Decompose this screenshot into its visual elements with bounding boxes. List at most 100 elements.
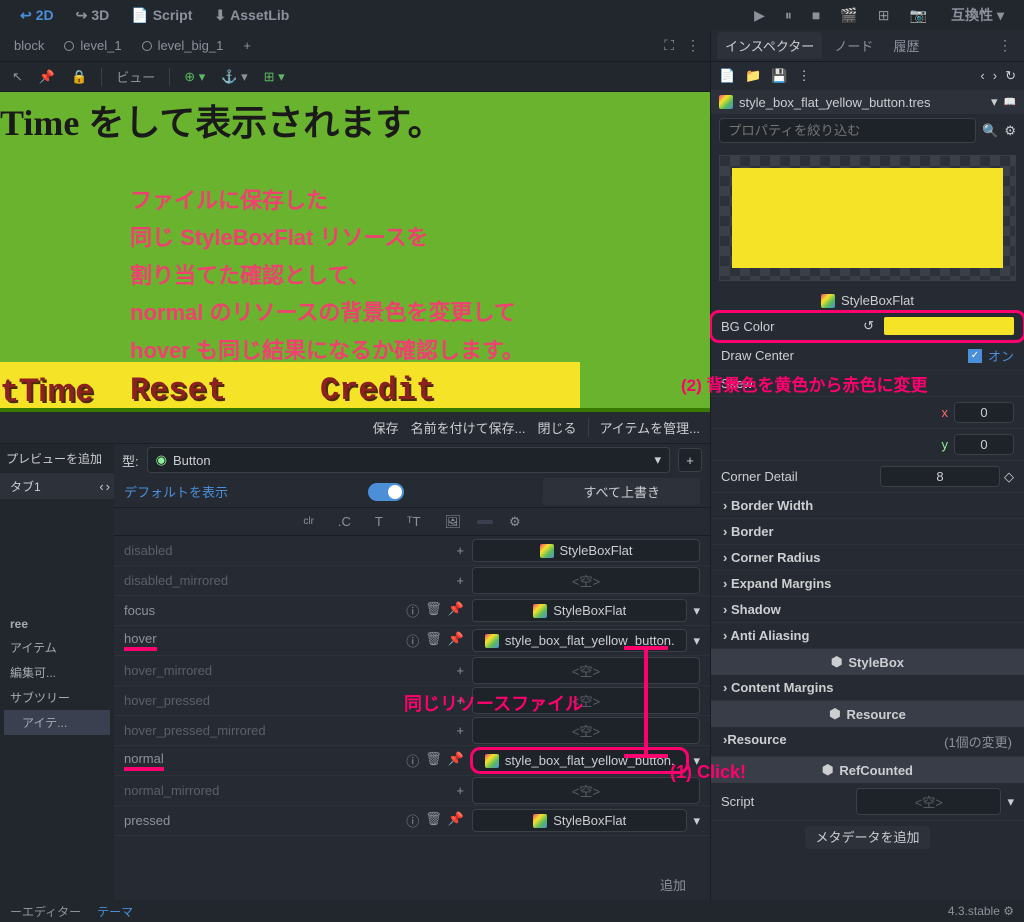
stylebox-icon[interactable] xyxy=(477,520,493,524)
type-select[interactable]: ◉ Button ▾ xyxy=(147,447,670,473)
filter-settings-icon[interactable]: ⚙ xyxy=(1004,123,1016,139)
play-icon[interactable]: ▶ xyxy=(748,3,771,28)
add-prop-icon[interactable]: + xyxy=(456,543,464,558)
prop-value[interactable]: <空> xyxy=(472,717,700,744)
open-resource-icon[interactable]: 📁 xyxy=(745,68,761,84)
add-prop-icon[interactable]: + xyxy=(456,783,464,798)
manage-items-button[interactable]: アイテムを管理... xyxy=(588,418,700,437)
attach-icon[interactable]: 📌 xyxy=(33,66,61,88)
info-icon[interactable]: ⓘ xyxy=(406,751,419,770)
chevron-down-icon[interactable]: ▾ xyxy=(991,94,998,110)
add-type-button[interactable]: + xyxy=(678,448,702,472)
prop-value[interactable]: style_box_flat_yellow_button. xyxy=(472,749,687,772)
draw-center-row[interactable]: Draw Center ✓ オン xyxy=(711,341,1024,371)
menu-icon[interactable]: ⋮ xyxy=(680,33,706,58)
font-icon[interactable]: T xyxy=(367,512,391,531)
prop-value[interactable]: <空> xyxy=(472,777,700,804)
script-value[interactable]: <空> xyxy=(856,788,1001,815)
add-prop-icon[interactable]: + xyxy=(456,573,464,588)
fold-border[interactable]: › Border xyxy=(711,519,1024,545)
tab-node[interactable]: ノード xyxy=(826,32,881,59)
skew-x-input[interactable]: 0 xyxy=(954,402,1014,423)
chevron-down-icon[interactable]: ▾ xyxy=(693,603,700,619)
pause-icon[interactable]: ⏸ xyxy=(779,3,798,28)
tab-inspector[interactable]: インスペクター xyxy=(717,32,822,59)
fold-corner-radius[interactable]: › Corner Radius xyxy=(711,545,1024,571)
delete-icon[interactable]: 🗑 xyxy=(425,811,442,830)
tab-level-1[interactable]: level_1 xyxy=(54,34,131,57)
tab-history[interactable]: 履歴 xyxy=(885,32,927,59)
doc-icon[interactable]: 📖 xyxy=(1004,97,1016,108)
tree-next-icon[interactable]: › xyxy=(106,479,110,494)
add-node-icon[interactable]: ⊕ ▾ xyxy=(178,66,211,88)
expand-icon[interactable]: ⛶ xyxy=(658,33,680,58)
pin-icon[interactable]: 📌 xyxy=(448,601,464,620)
add-tab-button[interactable]: + xyxy=(233,34,261,57)
show-default-button[interactable]: デフォルトを表示 xyxy=(124,482,228,501)
viewport-2d[interactable]: Time をして表示されます。 tTime Reset Credit ファイルに… xyxy=(0,92,710,412)
save-button[interactable]: 保存 xyxy=(373,418,399,437)
filter-input[interactable] xyxy=(719,118,976,143)
resource-menu-icon[interactable]: ⋮ xyxy=(798,68,811,84)
save-as-button[interactable]: 名前を付けて保存... xyxy=(411,418,526,437)
add-item-button[interactable]: 追加 xyxy=(660,878,686,893)
mode-2d-button[interactable]: ↩ 2D xyxy=(10,3,64,28)
history-back-icon[interactable]: ‹ xyxy=(980,68,984,84)
anchor-icon[interactable]: ⚓ ▾ xyxy=(215,66,253,88)
add-prop-icon[interactable]: + xyxy=(456,723,464,738)
prop-value[interactable]: <空> xyxy=(472,657,700,684)
info-icon[interactable]: ⓘ xyxy=(406,601,419,620)
search-icon[interactable]: 🔍 xyxy=(982,123,998,139)
fold-anti-aliasing[interactable]: › Anti Aliasing xyxy=(711,623,1024,649)
camera-icon[interactable]: 📷 xyxy=(904,3,933,28)
section-stylebox[interactable]: ⬢ StyleBox xyxy=(711,649,1024,675)
tree-item[interactable]: アイテム xyxy=(4,635,110,660)
tree-item[interactable]: アイテ... xyxy=(4,710,110,735)
cursor-icon[interactable]: ↖ xyxy=(6,66,29,88)
tab-level-big-1[interactable]: level_big_1 xyxy=(132,34,234,57)
tab-block[interactable]: block xyxy=(4,34,54,57)
fold-shadow[interactable]: › Shadow xyxy=(711,597,1024,623)
add-prop-icon[interactable]: + xyxy=(456,663,464,678)
spinner-icon[interactable]: ◇ xyxy=(1004,469,1014,485)
fold-border-width[interactable]: › Border Width xyxy=(711,493,1024,519)
history-menu-icon[interactable]: ↻ xyxy=(1005,68,1016,84)
delete-icon[interactable]: 🗑 xyxy=(425,751,442,770)
pin-icon[interactable]: 📌 xyxy=(448,811,464,830)
fold-content-margins[interactable]: › Content Margins xyxy=(711,675,1024,701)
pin-icon[interactable]: 📌 xyxy=(448,631,464,650)
status-editor[interactable]: ーエディター xyxy=(10,903,81,920)
save-resource-icon[interactable]: 💾 xyxy=(771,68,787,84)
default-toggle[interactable] xyxy=(368,483,404,501)
info-icon[interactable]: ⓘ xyxy=(406,631,419,650)
tree-item[interactable]: サブツリー xyxy=(4,685,110,710)
close-button[interactable]: 閉じる xyxy=(537,418,576,437)
overwrite-all-button[interactable]: すべて上書き xyxy=(543,478,700,505)
fold-expand-margins[interactable]: › Expand Margins xyxy=(711,571,1024,597)
delete-icon[interactable]: 🗑 xyxy=(425,631,442,650)
skew-y-input[interactable]: 0 xyxy=(954,434,1014,455)
constant-icon[interactable]: .C xyxy=(330,512,359,531)
prop-value[interactable]: StyleBoxFlat xyxy=(472,599,687,622)
mode-3d-button[interactable]: ↪ 3D xyxy=(66,3,120,28)
tree-item[interactable]: 編集可... xyxy=(4,660,110,685)
renderer-select[interactable]: 互換性 ▾ xyxy=(941,1,1014,29)
status-theme[interactable]: テーマ xyxy=(97,903,133,920)
mode-assetlib-button[interactable]: ⬇ AssetLib xyxy=(204,3,299,28)
dock-menu-icon[interactable]: ⋮ xyxy=(992,33,1018,58)
corner-detail-input[interactable]: 8 xyxy=(880,466,1000,487)
bg-color-row[interactable]: BG Color ↺ xyxy=(711,312,1024,341)
history-fwd-icon[interactable]: › xyxy=(993,68,997,84)
mode-script-button[interactable]: 📄 Script xyxy=(121,3,202,28)
section-resource[interactable]: ⬢ Resource xyxy=(711,701,1024,727)
delete-icon[interactable]: 🗑 xyxy=(425,601,442,620)
section-refcounted[interactable]: ⬢ RefCounted xyxy=(711,757,1024,783)
fontsize-icon[interactable]: ᵀT xyxy=(399,512,429,531)
stop-icon[interactable]: ■ xyxy=(806,3,826,27)
info-icon[interactable]: ⓘ xyxy=(406,811,419,830)
chevron-down-icon[interactable]: ▾ xyxy=(693,813,700,829)
new-resource-icon[interactable]: 📄 xyxy=(719,68,735,84)
prop-value[interactable]: StyleBoxFlat xyxy=(472,809,687,832)
prop-value[interactable]: StyleBoxFlat xyxy=(472,539,700,562)
fold-resource[interactable]: › Resource(1個の変更) xyxy=(711,727,1024,757)
